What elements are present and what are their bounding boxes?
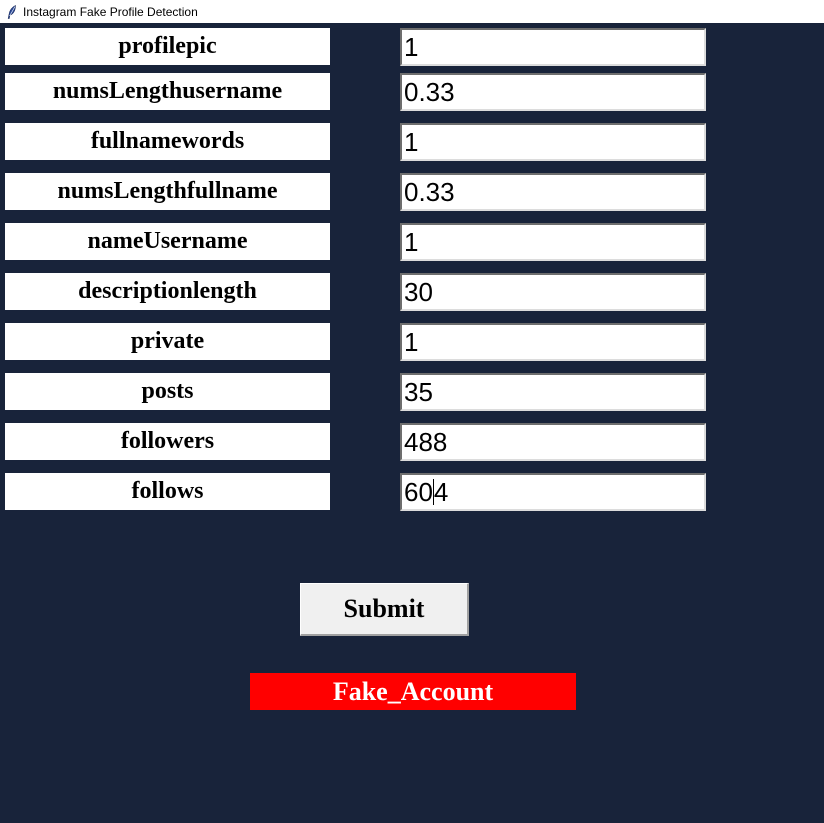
numslengthusername-input[interactable]: 0.33 — [400, 73, 706, 111]
numslengthfullname-input[interactable]: 0.33 — [400, 173, 706, 211]
follows-input[interactable]: 604 — [400, 473, 706, 511]
form-panel: profilepic 1 numsLengthusername 0.33 ful… — [0, 23, 824, 823]
nameusername-label: nameUsername — [5, 223, 330, 260]
descriptionlength-label: descriptionlength — [5, 273, 330, 310]
follows-value-before-caret: 60 — [404, 477, 433, 507]
follows-value-after-caret: 4 — [433, 477, 449, 507]
submit-button[interactable]: Submit — [300, 583, 469, 636]
window-title: Instagram Fake Profile Detection — [23, 4, 198, 19]
follows-label: follows — [5, 473, 330, 510]
followers-input[interactable]: 488 — [400, 423, 706, 461]
prediction-result-label: Fake_Account — [250, 673, 576, 710]
numslengthusername-label: numsLengthusername — [5, 73, 330, 110]
feather-icon — [5, 4, 19, 20]
profilepic-label: profilepic — [5, 28, 330, 65]
nameusername-input[interactable]: 1 — [400, 223, 706, 261]
title-bar: Instagram Fake Profile Detection — [0, 0, 824, 23]
private-label: private — [5, 323, 330, 360]
fullnamewords-label: fullnamewords — [5, 123, 330, 160]
descriptionlength-input[interactable]: 30 — [400, 273, 706, 311]
private-input[interactable]: 1 — [400, 323, 706, 361]
posts-input[interactable]: 35 — [400, 373, 706, 411]
followers-label: followers — [5, 423, 330, 460]
posts-label: posts — [5, 373, 330, 410]
fullnamewords-input[interactable]: 1 — [400, 123, 706, 161]
numslengthfullname-label: numsLengthfullname — [5, 173, 330, 210]
profilepic-input[interactable]: 1 — [400, 28, 706, 66]
